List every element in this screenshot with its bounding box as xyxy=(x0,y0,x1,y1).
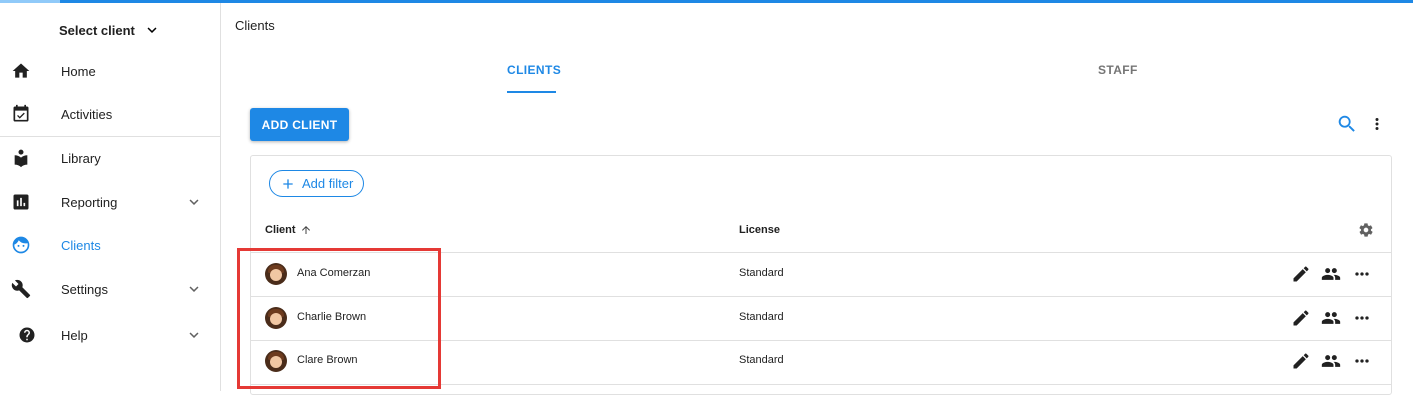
column-header-label: Client xyxy=(265,224,296,236)
plus-icon xyxy=(280,176,296,192)
sidebar-item-reporting[interactable]: Reporting xyxy=(0,182,220,222)
client-name[interactable]: Ana Comerzan xyxy=(297,267,370,279)
avatar xyxy=(265,263,287,285)
wrench-icon xyxy=(11,279,31,299)
chevron-down-icon[interactable] xyxy=(185,326,203,344)
sidebar-item-label: Activities xyxy=(61,106,113,122)
gear-icon[interactable] xyxy=(1358,222,1374,238)
help-icon xyxy=(18,326,36,344)
people-icon[interactable] xyxy=(1321,264,1341,284)
edit-icon[interactable] xyxy=(1291,351,1311,371)
sidebar: Select client Home Activities Library Re… xyxy=(0,3,221,391)
client-name[interactable]: Clare Brown xyxy=(297,354,358,366)
more-horizontal-icon[interactable] xyxy=(1352,264,1372,284)
client-select-label: Select client xyxy=(59,22,135,38)
search-icon[interactable] xyxy=(1336,113,1358,135)
sidebar-item-home[interactable]: Home xyxy=(0,51,220,91)
tab-staff[interactable]: STAFF xyxy=(1098,63,1138,77)
sidebar-item-library[interactable]: Library xyxy=(0,138,220,178)
column-header-license: License xyxy=(739,224,780,236)
home-icon xyxy=(11,61,31,81)
add-filter-label: Add filter xyxy=(302,176,354,191)
edit-icon[interactable] xyxy=(1291,308,1311,328)
table-divider xyxy=(251,384,1391,385)
client-license: Standard xyxy=(739,267,784,279)
sidebar-item-label: Settings xyxy=(61,281,108,297)
client-license: Standard xyxy=(739,354,784,366)
table-row[interactable]: Clare Brown Standard xyxy=(251,340,1391,383)
column-header-client[interactable]: Client xyxy=(265,224,312,236)
add-filter-button[interactable]: Add filter xyxy=(269,170,364,197)
more-horizontal-icon[interactable] xyxy=(1352,308,1372,328)
more-horizontal-icon[interactable] xyxy=(1352,351,1372,371)
sidebar-item-label: Reporting xyxy=(61,194,118,210)
table-row[interactable]: Ana Comerzan Standard xyxy=(251,253,1391,296)
sidebar-item-help[interactable]: Help xyxy=(0,315,220,355)
sidebar-item-settings[interactable]: Settings xyxy=(0,269,220,309)
sidebar-item-clients[interactable]: Clients xyxy=(0,225,220,265)
people-icon[interactable] xyxy=(1321,351,1341,371)
avatar xyxy=(265,307,287,329)
chevron-down-icon xyxy=(147,27,157,33)
client-name[interactable]: Charlie Brown xyxy=(297,311,366,323)
sidebar-item-label: Library xyxy=(61,150,101,166)
active-tab-indicator xyxy=(507,91,556,93)
breadcrumb: Clients xyxy=(235,18,275,33)
add-client-button[interactable]: ADD CLIENT xyxy=(250,108,349,141)
chevron-down-icon[interactable] xyxy=(185,193,203,211)
face-icon xyxy=(11,235,31,255)
calendar-check-icon xyxy=(11,104,31,124)
sidebar-divider xyxy=(0,136,220,137)
clients-table: Add filter Client License Ana Comerzan S… xyxy=(250,155,1392,395)
avatar xyxy=(265,350,287,372)
bar-chart-icon xyxy=(11,192,31,212)
people-icon[interactable] xyxy=(1321,308,1341,328)
book-icon xyxy=(11,148,31,168)
sidebar-item-label: Clients xyxy=(61,237,101,253)
more-vertical-icon[interactable] xyxy=(1368,113,1386,135)
chevron-down-icon[interactable] xyxy=(185,280,203,298)
sidebar-item-activities[interactable]: Activities xyxy=(0,94,220,134)
sidebar-item-label: Home xyxy=(61,63,96,79)
client-license: Standard xyxy=(739,311,784,323)
client-select-dropdown[interactable]: Select client xyxy=(59,19,161,41)
arrow-up-icon xyxy=(301,226,310,234)
table-row[interactable]: Charlie Brown Standard xyxy=(251,297,1391,340)
sidebar-item-label: Help xyxy=(61,327,88,343)
tab-clients[interactable]: CLIENTS xyxy=(507,63,561,77)
edit-icon[interactable] xyxy=(1291,264,1311,284)
